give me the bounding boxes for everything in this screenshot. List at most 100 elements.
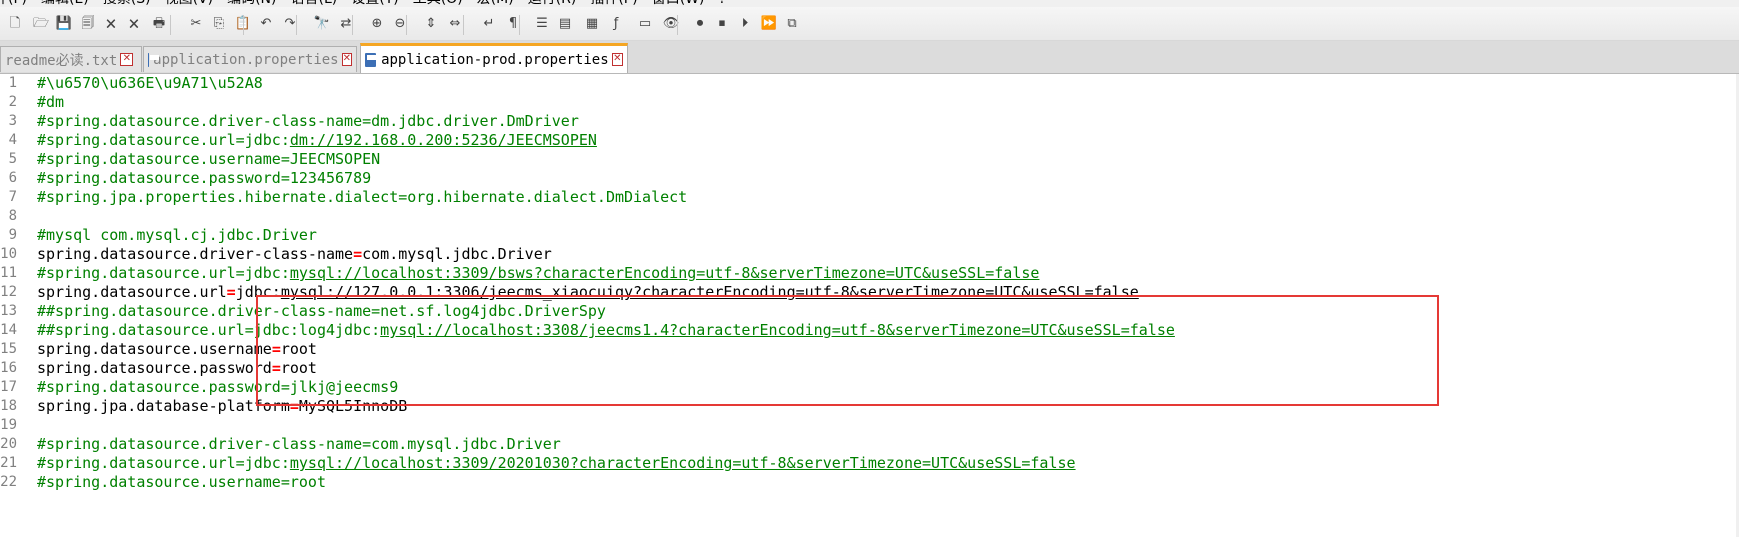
code-line[interactable]: #spring.datasource.driver-class-name=dm.… xyxy=(37,111,579,132)
find-icon[interactable]: 🔭 xyxy=(312,14,332,34)
tab-close-icon[interactable]: ✕ xyxy=(341,53,352,66)
tab-label: application.properties xyxy=(153,51,339,68)
comment-token: #spring.datasource.password=jlkj@jeecms9 xyxy=(37,378,399,396)
line-number: 13 xyxy=(0,303,17,319)
code-line[interactable]: #spring.datasource.driver-class-name=com… xyxy=(37,434,561,455)
print-icon[interactable]: 🖶 xyxy=(149,14,169,34)
stop-recording-icon[interactable]: ⏹ xyxy=(712,14,732,34)
code-line[interactable]: #spring.datasource.username=root xyxy=(37,472,326,493)
tab-application-prod-properties[interactable]: application-prod.properties ✕ xyxy=(360,43,628,73)
show-all-chars-icon[interactable]: ¶ xyxy=(503,14,523,34)
code-line[interactable]: #spring.datasource.password=jlkj@jeecms9 xyxy=(37,377,398,398)
file-icon xyxy=(365,52,377,67)
code-line[interactable]: spring.datasource.url=jdbc:mysql://127.0… xyxy=(37,282,1139,303)
toolbar-separator xyxy=(463,15,464,35)
record-macro-icon[interactable]: ⏺ xyxy=(690,14,710,34)
menu-item[interactable]: 编码(N) xyxy=(227,0,276,7)
code-line[interactable]: #spring.datasource.url=jdbc:dm://192.168… xyxy=(37,130,597,151)
operator-token: = xyxy=(226,283,236,301)
menu-item[interactable]: 件(F) xyxy=(0,0,27,7)
function-list-icon[interactable]: ƒ xyxy=(606,14,626,34)
menu-item[interactable]: 窗口(W) xyxy=(652,0,705,7)
playback-macro-icon[interactable]: ⏵ xyxy=(735,14,755,34)
tab-close-icon[interactable]: ✕ xyxy=(120,53,134,66)
menu-item[interactable]: 搜索(S) xyxy=(103,0,151,7)
code-line[interactable]: #spring.datasource.url=jdbc:mysql://loca… xyxy=(37,263,1039,284)
replace-icon[interactable]: ⇄ xyxy=(336,14,356,34)
zoom-out-icon[interactable]: ⊖ xyxy=(390,14,410,34)
operator-token: = xyxy=(353,245,363,263)
save-icon[interactable]: 💾 xyxy=(54,14,74,34)
menu-item[interactable]: 视图(V) xyxy=(165,0,214,7)
zoom-in-icon[interactable]: ⊕ xyxy=(367,14,387,34)
save-all-icon[interactable]: 🗐 xyxy=(78,14,98,34)
code-line[interactable]: #spring.datasource.password=123456789 xyxy=(37,168,371,189)
menu-item[interactable]: 运行(R) xyxy=(528,0,577,7)
undo-icon[interactable]: ↶ xyxy=(256,14,276,34)
code-line[interactable]: #\u6570\u636E\u9A71\u52A8 xyxy=(37,73,263,94)
code-line[interactable]: #mysql com.mysql.cj.jdbc.Driver xyxy=(37,225,317,246)
code-line[interactable]: #spring.jpa.properties.hibernate.dialect… xyxy=(37,187,687,208)
editor-pane[interactable]: 1 2 3 4 5 6 7 8 9 10 11 12 13 14 15 16 17 18 19 20 21 22 #\u6… xyxy=(0,74,1739,537)
code-token: jdbc: xyxy=(235,283,281,301)
line-number: 15 xyxy=(0,341,17,357)
code-line[interactable]: #dm xyxy=(37,92,64,113)
code-line[interactable]: #spring.datasource.username=JEECMSOPEN xyxy=(37,149,380,170)
code-area[interactable]: #\u6570\u636E\u9A71\u52A8 #dm #spring.data… xyxy=(37,74,1739,537)
code-line[interactable]: ##spring.datasource.url=jdbc:log4jdbc:my… xyxy=(37,320,1175,341)
code-line[interactable]: ##spring.datasource.driver-class-name=ne… xyxy=(37,301,606,322)
new-file-icon[interactable]: 🗋 xyxy=(5,14,25,34)
line-number: 3 xyxy=(8,113,17,129)
redo-icon[interactable]: ↷ xyxy=(280,14,300,34)
monitoring-icon[interactable]: 👁 xyxy=(661,14,681,34)
menu-item[interactable]: ? xyxy=(719,0,726,7)
menu-item[interactable]: 语言(L) xyxy=(291,0,338,7)
word-wrap-icon[interactable]: ↵ xyxy=(479,14,499,34)
cut-icon[interactable]: ✂ xyxy=(186,14,206,34)
url-token[interactable]: mysql://localhost:3309/bsws?characterEnc… xyxy=(290,264,1040,282)
tab-close-icon[interactable]: ✕ xyxy=(611,53,623,66)
line-number: 8 xyxy=(8,208,17,224)
sync-horizontal-icon[interactable]: ⇔ xyxy=(445,14,465,34)
url-token[interactable]: mysql://localhost:3308/jeecms1.4?charact… xyxy=(380,321,1175,339)
run-macro-multiple-icon[interactable]: ⏩ xyxy=(759,14,779,34)
document-map-icon[interactable]: ▦ xyxy=(582,14,602,34)
code-token: com.mysql.jdbc.Driver xyxy=(362,245,552,263)
code-line[interactable]: #spring.datasource.url=jdbc:mysql://loca… xyxy=(37,453,1076,474)
tab-readme[interactable]: readme必读.txt ✕ xyxy=(0,46,142,72)
user-language-icon[interactable]: ▤ xyxy=(555,14,575,34)
close-all-icon[interactable]: 🗙 xyxy=(124,14,144,34)
comment-token: #spring.datasource.url=jdbc: xyxy=(37,131,290,149)
tab-label: readme必读.txt xyxy=(5,52,118,69)
menu-item[interactable]: 宏(M) xyxy=(477,0,514,7)
url-token[interactable]: dm://192.168.0.200:5236/JEECMSOPEN xyxy=(290,131,597,149)
comment-token: ##spring.datasource.driver-class-name=ne… xyxy=(37,302,606,320)
menu-item[interactable]: 设置(T) xyxy=(351,0,398,7)
toolbar-separator xyxy=(677,15,678,35)
code-line[interactable]: spring.datasource.driver-class-name=com.… xyxy=(37,244,552,265)
url-token[interactable]: mysql://127.0.0.1:3306/jeecms_xiaocuiqy?… xyxy=(281,283,1139,301)
line-number: 18 xyxy=(0,398,17,414)
indent-guide-icon[interactable]: ☰ xyxy=(532,14,552,34)
close-icon[interactable]: 🗙 xyxy=(101,14,121,34)
code-line[interactable]: spring.datasource.password=root xyxy=(37,358,317,379)
code-token: spring.jpa.database-platform xyxy=(37,397,290,415)
url-token[interactable]: mysql://localhost:3309/20201030?characte… xyxy=(290,454,1076,472)
open-file-icon[interactable]: 🗁 xyxy=(31,14,51,34)
line-number: 14 xyxy=(0,322,17,338)
copy-icon[interactable]: ⎘ xyxy=(209,14,229,34)
code-line[interactable]: spring.datasource.username=root xyxy=(37,339,317,360)
menu-item[interactable]: 工具(O) xyxy=(413,0,463,7)
menu-item[interactable]: 编辑(E) xyxy=(41,0,89,7)
code-line[interactable]: spring.jpa.database-platform=MySQL5InnoD… xyxy=(37,396,407,417)
line-number: 4 xyxy=(8,132,17,148)
comment-token: #mysql com.mysql.cj.jdbc.Driver xyxy=(37,226,317,244)
tab-application-properties[interactable]: application.properties ✕ xyxy=(143,46,357,72)
save-macro-icon[interactable]: ⧉ xyxy=(782,14,802,34)
toolbar-separator xyxy=(406,15,407,35)
line-number: 5 xyxy=(8,151,17,167)
menu-item[interactable]: 插件(P) xyxy=(590,0,637,7)
sync-vertical-icon[interactable]: ⇕ xyxy=(421,14,441,34)
comment-token: #spring.jpa.properties.hibernate.dialect… xyxy=(37,188,688,206)
folder-as-workspace-icon[interactable]: ▭ xyxy=(635,14,655,34)
